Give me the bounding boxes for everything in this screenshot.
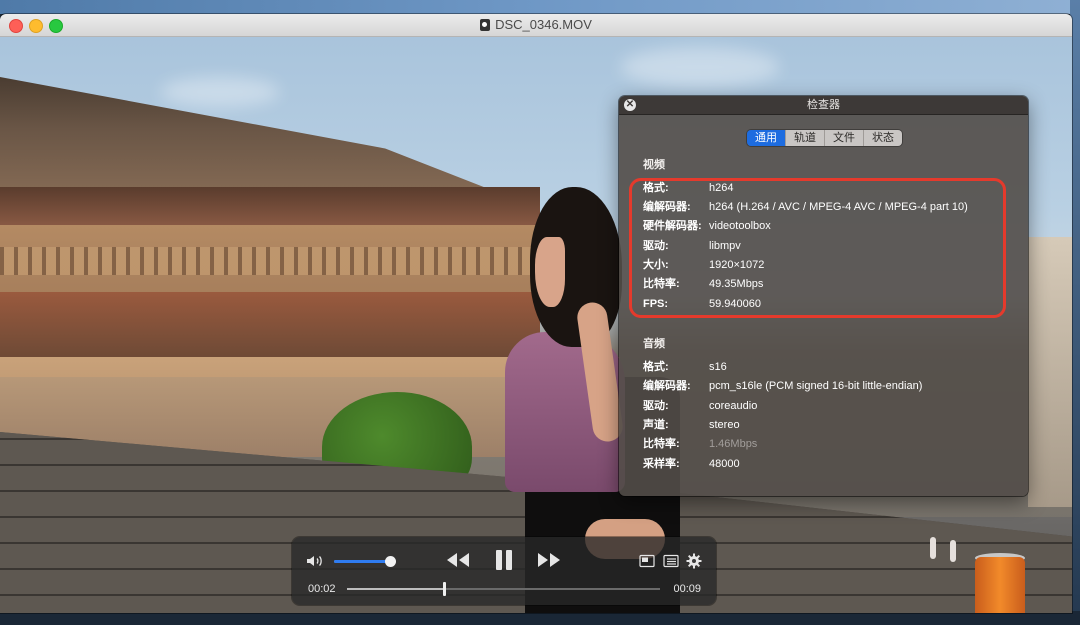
row-label: 采样率: bbox=[643, 458, 680, 470]
building-eaves bbox=[0, 187, 540, 227]
video-info-highlight bbox=[629, 178, 1006, 318]
seek-bar[interactable] bbox=[347, 582, 660, 596]
inspector-tabs: 通用 轨道 文件 状态 bbox=[747, 130, 902, 146]
cloud bbox=[620, 47, 780, 87]
row-value: pcm_s16le (PCM signed 16-bit little-endi… bbox=[709, 380, 923, 392]
desktop-background-bottom bbox=[0, 611, 1080, 625]
person bbox=[950, 540, 956, 562]
video-file-icon bbox=[480, 19, 491, 31]
tab-tracks[interactable]: 轨道 bbox=[785, 130, 824, 146]
building-balcony bbox=[0, 247, 540, 275]
settings-icon[interactable] bbox=[686, 553, 702, 569]
row-value: 1.46Mbps bbox=[709, 438, 758, 450]
tab-general[interactable]: 通用 bbox=[747, 130, 785, 146]
row-label: 驱动: bbox=[643, 400, 669, 412]
row-value: s16 bbox=[709, 361, 727, 373]
building-lower bbox=[0, 292, 540, 357]
row-label: 比特率: bbox=[643, 438, 680, 450]
volume-slider-knob[interactable] bbox=[384, 556, 396, 567]
playback-controls: 00:02 00:09 bbox=[292, 537, 716, 605]
tab-status[interactable]: 状态 bbox=[863, 130, 902, 146]
distant-building bbox=[1028, 237, 1072, 507]
rewind-icon[interactable] bbox=[445, 551, 471, 569]
current-time: 00:02 bbox=[308, 583, 336, 595]
inspector-title: 检查器 bbox=[807, 99, 840, 111]
cloud bbox=[160, 77, 280, 107]
volume-slider-fill bbox=[334, 560, 390, 563]
desktop-background bbox=[0, 0, 1080, 14]
row-value: 48000 bbox=[709, 458, 740, 470]
woman-face bbox=[535, 237, 565, 307]
row-value: stereo bbox=[709, 419, 740, 431]
row-label: 格式: bbox=[643, 361, 669, 373]
seek-bar-knob[interactable] bbox=[443, 582, 447, 596]
seek-bar-fill bbox=[347, 588, 445, 590]
row-label: 编解码器: bbox=[643, 380, 691, 392]
window-title: DSC_0346.MOV bbox=[495, 17, 592, 32]
video-section-heading: 视频 bbox=[643, 159, 665, 171]
picture-in-picture-icon[interactable] bbox=[639, 554, 655, 568]
volume-icon[interactable] bbox=[306, 554, 324, 568]
inspector-panel: ✕ 检查器 通用 轨道 文件 状态 视频 格式: h264 编解码器: h264… bbox=[619, 96, 1028, 496]
audio-section-heading: 音频 bbox=[643, 338, 665, 350]
window-title-container: DSC_0346.MOV bbox=[0, 14, 1072, 36]
volume-slider[interactable] bbox=[334, 556, 396, 567]
drink-can bbox=[975, 557, 1025, 613]
inspector-titlebar[interactable]: ✕ 检查器 bbox=[619, 96, 1028, 115]
total-time: 00:09 bbox=[673, 583, 701, 595]
person bbox=[930, 537, 936, 559]
window-titlebar[interactable]: DSC_0346.MOV bbox=[0, 14, 1072, 37]
row-value: coreaudio bbox=[709, 400, 758, 412]
playlist-icon[interactable] bbox=[663, 554, 679, 568]
row-label: 声道: bbox=[643, 419, 669, 431]
pause-icon[interactable] bbox=[493, 549, 515, 571]
tab-file[interactable]: 文件 bbox=[824, 130, 863, 146]
fast-forward-icon[interactable] bbox=[536, 551, 562, 569]
